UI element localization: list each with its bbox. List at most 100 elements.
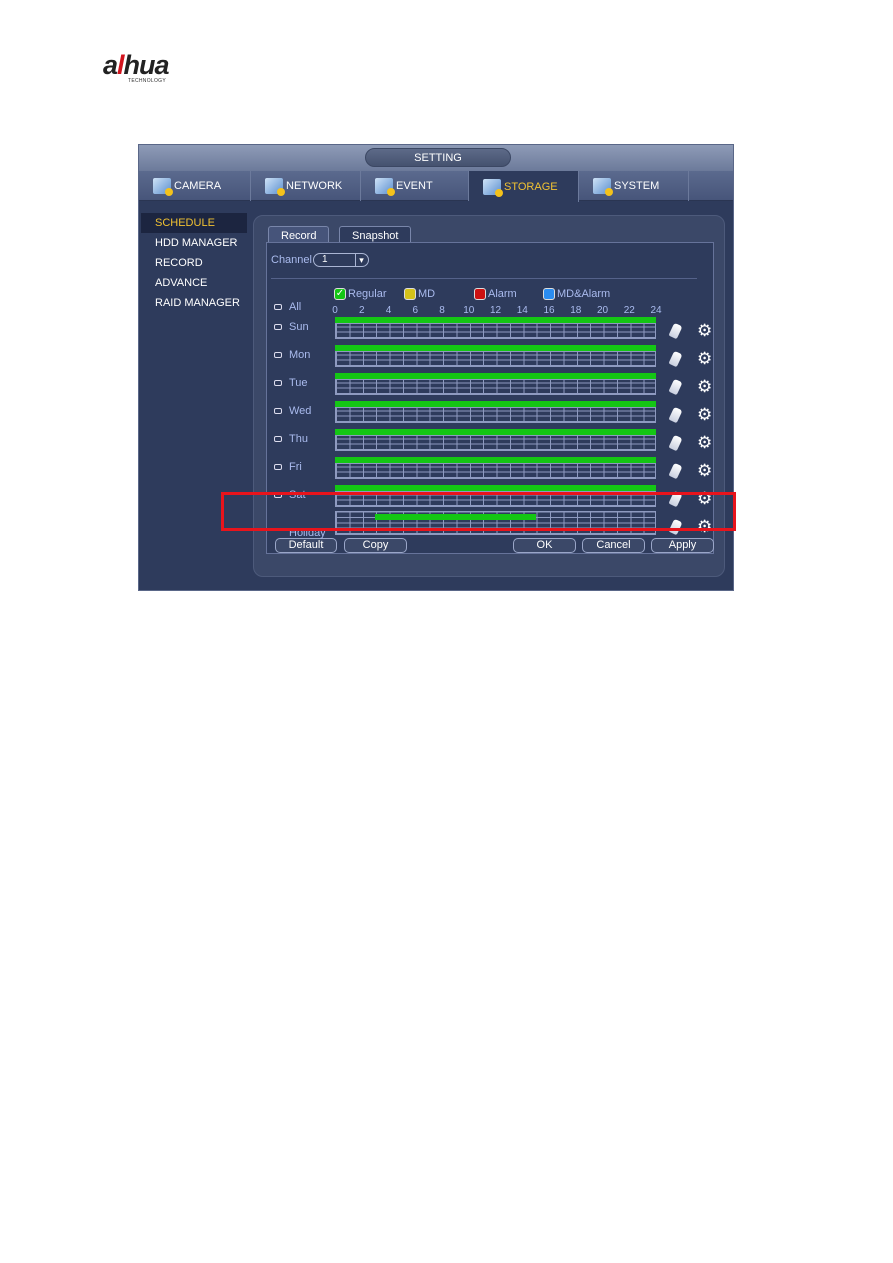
- apply-button[interactable]: Apply: [651, 538, 714, 553]
- legend-regular[interactable]: ✓ Regular: [334, 288, 387, 300]
- day-checkbox[interactable]: [274, 464, 282, 470]
- day-label: Mon: [289, 349, 311, 361]
- storage-icon: [483, 178, 503, 197]
- day-label: Tue: [289, 377, 308, 389]
- row-label-tue[interactable]: Tue: [274, 377, 308, 389]
- gear-icon[interactable]: ⚙: [697, 406, 712, 423]
- legend-md-alarm[interactable]: MD&Alarm: [543, 288, 610, 300]
- sidebar-item-raid-manager[interactable]: RAID MANAGER: [141, 293, 247, 313]
- tab-camera[interactable]: CAMERA: [139, 171, 251, 201]
- sidebar-item-advance[interactable]: ADVANCE: [141, 273, 247, 293]
- hour-tick: 8: [439, 305, 445, 316]
- day-checkbox[interactable]: [274, 408, 282, 414]
- tab-label: CAMERA: [174, 180, 222, 192]
- tab-system[interactable]: SYSTEM: [579, 171, 689, 201]
- timeline-tue[interactable]: [335, 379, 656, 395]
- legend-label: Regular: [348, 288, 387, 300]
- hour-tick: 6: [412, 305, 419, 316]
- gear-icon[interactable]: ⚙: [697, 322, 712, 339]
- day-label: Wed: [289, 405, 312, 417]
- divider: [271, 278, 697, 279]
- legend-md[interactable]: MD: [404, 288, 435, 300]
- tab-event[interactable]: EVENT: [361, 171, 469, 201]
- default-button[interactable]: Default: [275, 538, 337, 553]
- highlight-box: [221, 492, 736, 531]
- hour-tick: 16: [543, 305, 555, 316]
- sidebar-item-schedule[interactable]: SCHEDULE: [141, 213, 247, 233]
- tab-network[interactable]: NETWORK: [251, 171, 361, 201]
- timeline-wed[interactable]: [335, 407, 656, 423]
- row-label-wed[interactable]: Wed: [274, 405, 311, 417]
- gear-icon[interactable]: ⚙: [697, 434, 712, 451]
- copy-button[interactable]: Copy: [344, 538, 407, 553]
- gear-icon[interactable]: ⚙: [697, 378, 712, 395]
- edit-pencil-icon[interactable]: [668, 434, 683, 452]
- legend-label: Alarm: [488, 288, 517, 300]
- timeline-fri[interactable]: [335, 463, 656, 479]
- dahua-logo: alhua TECHNOLOGY: [103, 50, 170, 84]
- edit-pencil-icon[interactable]: [668, 462, 683, 480]
- all-label: All: [289, 301, 302, 313]
- regular-segment: [335, 345, 656, 351]
- gear-icon[interactable]: ⚙: [697, 462, 712, 479]
- window-title: SETTING: [365, 148, 511, 167]
- regular-segment: [335, 317, 656, 323]
- regular-segment: [335, 457, 656, 463]
- regular-segment: [335, 373, 656, 379]
- legend-alarm[interactable]: Alarm: [474, 288, 517, 300]
- regular-segment: [335, 485, 656, 491]
- legend-swatch[interactable]: [543, 288, 555, 300]
- edit-pencil-icon[interactable]: [668, 378, 683, 396]
- timeline-thu[interactable]: [335, 435, 656, 451]
- channel-row: Channel 1: [271, 253, 369, 267]
- row-label-thu[interactable]: Thu: [274, 433, 308, 445]
- day-label: Thu: [289, 433, 308, 445]
- row-label-sun[interactable]: Sun: [274, 321, 309, 333]
- legend-swatch[interactable]: [404, 288, 416, 300]
- tab-label: SYSTEM: [614, 180, 660, 192]
- edit-pencil-icon[interactable]: [668, 406, 683, 424]
- day-checkbox[interactable]: [274, 380, 282, 386]
- system-icon: [593, 178, 613, 196]
- channel-select[interactable]: 1: [312, 253, 369, 267]
- hour-tick: 4: [385, 305, 392, 316]
- select-all[interactable]: All: [274, 301, 301, 313]
- network-icon: [265, 178, 285, 196]
- edit-pencil-icon[interactable]: [668, 350, 683, 368]
- hour-tick: 22: [623, 305, 635, 316]
- channel-label: Channel: [271, 254, 312, 266]
- sidebar-item-hdd-manager[interactable]: HDD MANAGER: [141, 233, 247, 253]
- edit-pencil-icon[interactable]: [668, 322, 683, 340]
- timeline-mon[interactable]: [335, 351, 656, 367]
- day-checkbox[interactable]: [274, 324, 282, 330]
- day-label: Sun: [289, 321, 309, 333]
- tab-storage[interactable]: STORAGE: [469, 171, 579, 202]
- timeline-sun[interactable]: [335, 323, 656, 339]
- sidebar-item-record[interactable]: RECORD: [141, 253, 247, 273]
- event-icon: [375, 178, 395, 196]
- legend-swatch[interactable]: [474, 288, 486, 300]
- camera-icon: [153, 178, 173, 196]
- checkbox-all[interactable]: [274, 304, 282, 310]
- tab-label: NETWORK: [286, 180, 343, 192]
- day-label: Fri: [289, 461, 302, 473]
- row-label-fri[interactable]: Fri: [274, 461, 302, 473]
- title-bar: SETTING: [139, 145, 733, 171]
- tab-label: EVENT: [396, 180, 433, 192]
- day-checkbox[interactable]: [274, 352, 282, 358]
- gear-icon[interactable]: ⚙: [697, 350, 712, 367]
- hour-tick: 2: [358, 305, 365, 316]
- hour-tick: 18: [570, 305, 582, 316]
- day-checkbox[interactable]: [274, 436, 282, 442]
- legend-label: MD&Alarm: [557, 288, 611, 300]
- row-label-mon[interactable]: Mon: [274, 349, 310, 361]
- main-tabs: CAMERA NETWORK EVENT STORAGE SYSTEM: [139, 171, 733, 202]
- ok-button[interactable]: OK: [513, 538, 576, 553]
- legend-swatch[interactable]: ✓: [334, 288, 346, 300]
- cancel-button[interactable]: Cancel: [582, 538, 645, 553]
- hour-tick: 24: [650, 305, 662, 316]
- hour-tick: 20: [596, 305, 609, 316]
- hour-tick: 0: [332, 305, 338, 316]
- legend-label: MD: [418, 288, 436, 300]
- regular-segment: [335, 401, 656, 407]
